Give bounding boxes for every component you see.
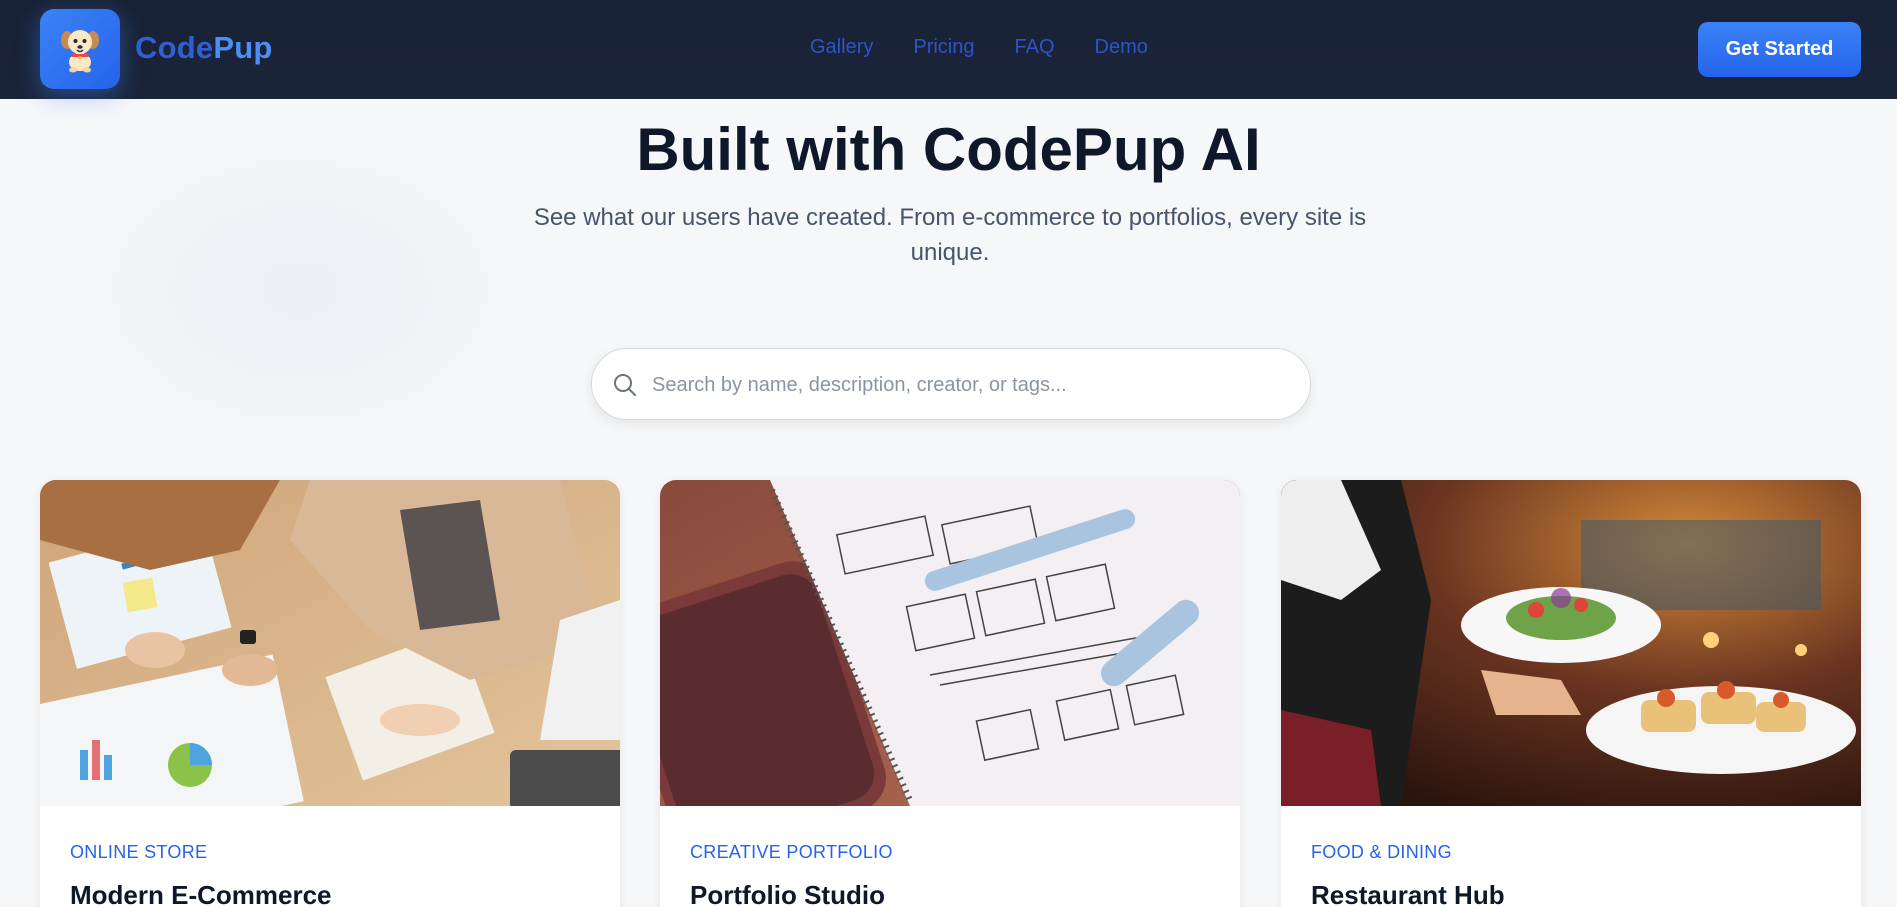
card-category: CREATIVE PORTFOLIO xyxy=(690,842,893,862)
brand-name-part2: Pup xyxy=(213,30,273,65)
gallery-card-restaurant[interactable]: FOOD & DINING Restaurant Hub xyxy=(1281,480,1861,907)
nav-link-demo[interactable]: Demo xyxy=(1095,36,1148,59)
get-started-button[interactable]: Get Started xyxy=(1698,22,1861,77)
page-subtitle: See what our users have created. From e-… xyxy=(533,204,1367,266)
card-category: FOOD & DINING xyxy=(1311,842,1452,862)
logo[interactable] xyxy=(40,9,120,89)
card-title: Modern E-Commerce xyxy=(70,880,332,907)
page-title: Built with CodePup AI xyxy=(636,116,1261,183)
card-image-business-meeting xyxy=(40,480,620,806)
search-input[interactable] xyxy=(652,367,1282,403)
gallery-card-portfolio[interactable]: CREATIVE PORTFOLIO Portfolio Studio xyxy=(660,480,1240,907)
main-nav: Gallery Pricing FAQ Demo xyxy=(810,36,1148,59)
card-image-wireframe-notebook xyxy=(660,480,1240,806)
nav-link-pricing[interactable]: Pricing xyxy=(913,36,974,59)
search-icon xyxy=(614,374,636,396)
gallery-card-ecommerce[interactable]: ONLINE STORE Modern E-Commerce xyxy=(40,480,620,907)
top-navbar: CodePup Gallery Pricing FAQ Demo Get Sta… xyxy=(0,0,1897,99)
card-image-restaurant-plates xyxy=(1281,480,1861,806)
card-title: Portfolio Studio xyxy=(690,880,885,907)
card-title: Restaurant Hub xyxy=(1311,880,1505,907)
card-category: ONLINE STORE xyxy=(70,842,208,862)
nav-link-gallery[interactable]: Gallery xyxy=(810,36,873,59)
nav-link-faq[interactable]: FAQ xyxy=(1015,36,1055,59)
search-bar[interactable] xyxy=(591,348,1311,420)
brand-name[interactable]: CodePup xyxy=(135,30,272,66)
brand-name-part1: Code xyxy=(135,30,214,65)
puppy-logo-icon xyxy=(61,30,99,73)
